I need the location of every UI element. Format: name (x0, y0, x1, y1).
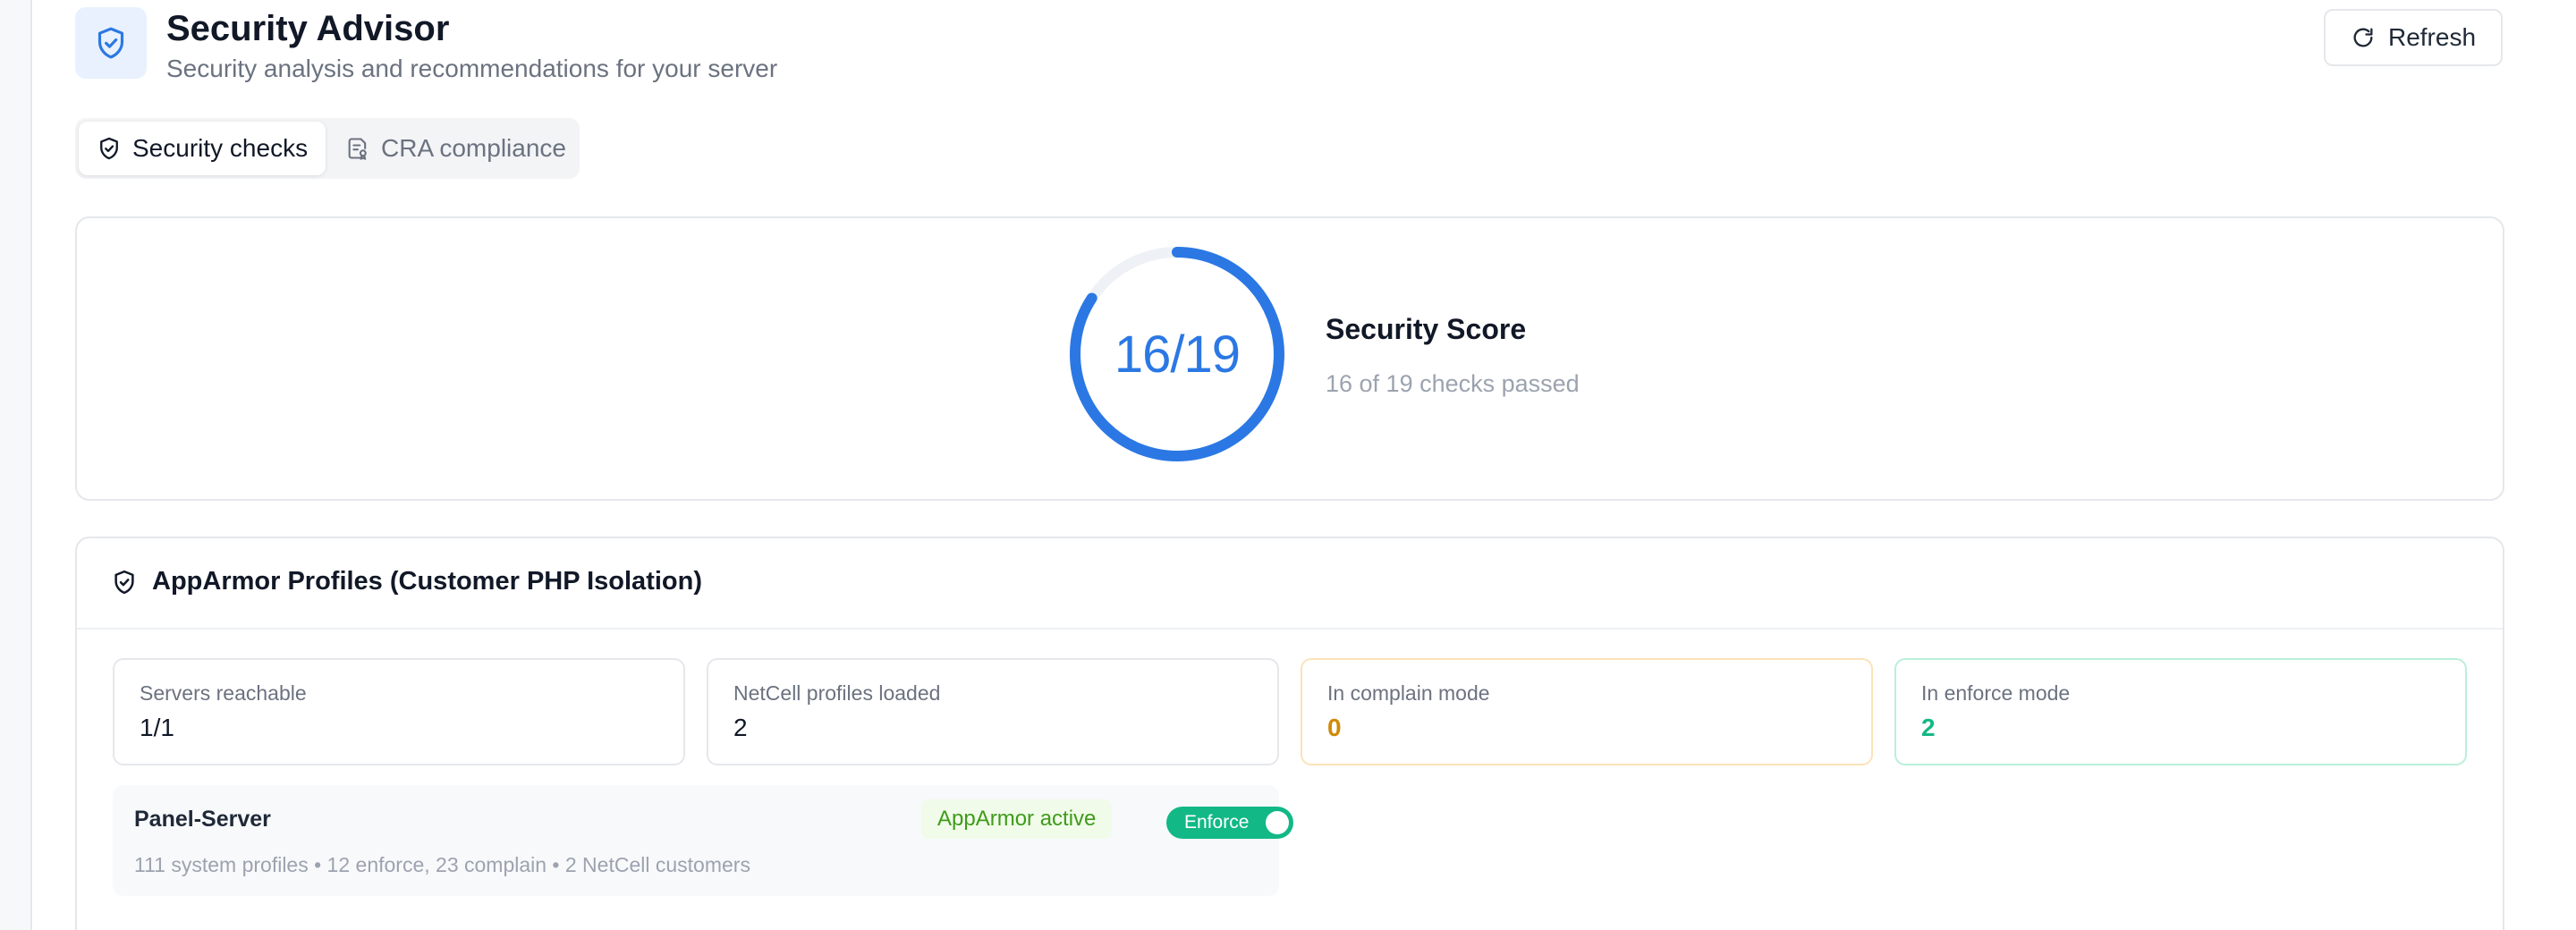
toggle-knob (1266, 811, 1289, 834)
stat-value: 2 (1921, 714, 1936, 741)
stat-servers-reachable: Servers reachable 1/1 (113, 658, 685, 765)
server-details: 111 system profiles • 12 enforce, 23 com… (134, 853, 750, 876)
stat-label: Servers reachable (140, 681, 307, 705)
apparmor-card-header: AppArmor Profiles (Customer PHP Isolatio… (77, 538, 2503, 630)
refresh-button[interactable]: Refresh (2324, 9, 2503, 66)
toggle-label: Enforce (1184, 812, 1250, 833)
tab-security-checks[interactable]: Security checks (79, 122, 326, 175)
stat-netcell-profiles-loaded: NetCell profiles loaded 2 (707, 658, 1279, 765)
security-score-card: 16/19 Security Score 16 of 19 checks pas… (75, 216, 2504, 501)
tab-bar: Security checks CRA compliance (75, 118, 580, 179)
main-content: Security Advisor Security analysis and r… (30, 0, 2576, 930)
score-label: Security Score (1326, 313, 1527, 345)
shield-check-icon (111, 569, 138, 596)
stat-complain-mode: In complain mode 0 (1301, 658, 1873, 765)
stat-value: 2 (733, 714, 748, 741)
page-subtitle: Security analysis and recommendations fo… (166, 55, 778, 82)
page-title: Security Advisor (166, 9, 450, 48)
shield-check-icon (97, 136, 122, 161)
stat-label: In complain mode (1327, 681, 1490, 705)
refresh-icon (2351, 25, 2376, 50)
tab-label: Security checks (132, 134, 309, 162)
apparmor-card: AppArmor Profiles (Customer PHP Isolatio… (75, 537, 2504, 930)
shield-check-icon (75, 7, 147, 79)
stat-enforce-mode: In enforce mode 2 (1894, 658, 2467, 765)
stat-label: In enforce mode (1921, 681, 2071, 705)
stat-label: NetCell profiles loaded (733, 681, 941, 705)
refresh-label: Refresh (2387, 23, 2477, 51)
score-value: 16/19 (1114, 325, 1241, 384)
server-name: Panel-Server (134, 807, 271, 832)
server-row: Panel-Server AppArmor active Enforce 111… (113, 785, 1293, 896)
status-badge: AppArmor active (921, 799, 1113, 839)
tab-cra-compliance[interactable]: CRA compliance (335, 122, 576, 175)
score-caption: 16 of 19 checks passed (1326, 370, 1580, 397)
stat-value: 1/1 (140, 714, 174, 741)
enforce-toggle[interactable]: Enforce (1166, 807, 1293, 839)
app-frame: Security Advisor Security analysis and r… (0, 0, 2576, 930)
document-badge-icon (345, 136, 370, 161)
stat-value: 0 (1327, 714, 1342, 741)
apparmor-card-title: AppArmor Profiles (Customer PHP Isolatio… (152, 567, 702, 596)
tab-label: CRA compliance (381, 134, 566, 162)
